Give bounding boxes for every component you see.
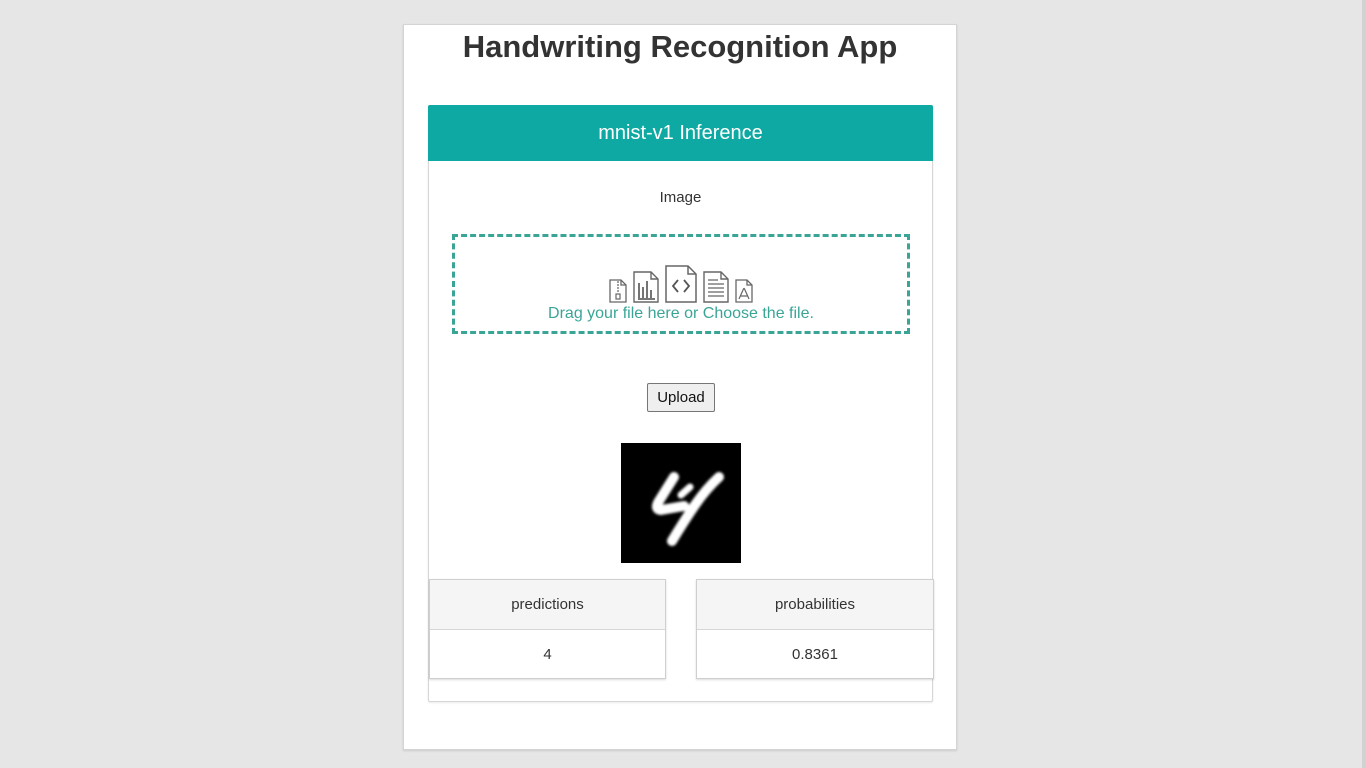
probabilities-value: 0.8361 xyxy=(792,646,838,663)
dropzone-text[interactable]: Drag your file here or Choose the file. xyxy=(455,305,907,323)
digit-four-drawing xyxy=(651,472,724,546)
predictions-card: predictions 4 xyxy=(429,579,666,679)
inference-panel: mnist-v1 Inference Image Drag your file … xyxy=(428,105,934,702)
code-file-icon xyxy=(665,265,697,303)
image-field-label: Image xyxy=(659,189,702,206)
pdf-file-icon xyxy=(735,279,753,303)
zip-file-icon xyxy=(609,279,627,303)
probabilities-header: probabilities xyxy=(697,580,933,630)
predictions-header: predictions xyxy=(430,580,665,630)
text-file-icon xyxy=(703,271,729,303)
chart-file-icon xyxy=(633,271,659,303)
panel-header: mnist-v1 Inference xyxy=(428,105,933,161)
predictions-value: 4 xyxy=(543,646,552,663)
upload-button[interactable]: Upload xyxy=(647,383,715,412)
file-dropzone[interactable]: Drag your file here or Choose the file. xyxy=(452,234,910,334)
app-container: Handwriting Recognition App mnist-v1 Inf… xyxy=(403,24,957,750)
page-scrollbar[interactable] xyxy=(1362,0,1366,768)
probabilities-card: probabilities 0.8361 xyxy=(696,579,934,679)
app-title: Handwriting Recognition App xyxy=(462,29,898,64)
file-type-icons xyxy=(455,265,907,303)
handwritten-digit-image xyxy=(621,443,741,563)
